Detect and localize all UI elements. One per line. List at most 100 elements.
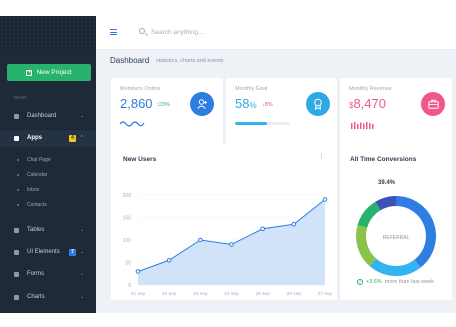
conversions-donut-chart: [356, 196, 436, 276]
chevron-up-icon: ⌃: [79, 135, 84, 141]
table-icon: [14, 227, 19, 233]
new-project-button[interactable]: + New Project: [7, 64, 91, 81]
sidebar-item-charts[interactable]: Charts ⌄: [0, 289, 96, 305]
data-point[interactable]: [198, 237, 203, 243]
apps-count-badge: 4: [69, 134, 76, 142]
sidebar-brand-area: [0, 16, 96, 50]
x-tick-label: 26 sep: [287, 291, 302, 297]
stat-label: Members Online: [120, 86, 161, 92]
stat-card-monthly-revenue: Monthly Revenue $8,470: [340, 78, 452, 150]
sidebar-item-dashboard[interactable]: Dashboard ⌄: [0, 108, 96, 124]
donut-segment[interactable]: [357, 201, 381, 229]
bottom-spacer: [96, 303, 456, 313]
sidebar: + New Project MAIN Dashboard ⌄ Apps 4 ⌃ …: [0, 16, 96, 313]
chevron-down-icon: ⌄: [79, 294, 84, 300]
conversion-change: +3.6%: [366, 279, 382, 285]
bullet-icon: [17, 204, 19, 206]
layers-icon: [14, 249, 19, 255]
bullet-icon: [17, 174, 19, 176]
data-point[interactable]: [166, 257, 172, 263]
chevron-down-icon: ⌄: [79, 271, 84, 277]
stat-change: ↑23%: [156, 102, 170, 108]
conversions-footer: ✓ +3.6% more than last week: [357, 279, 434, 285]
donut-segment[interactable]: [375, 196, 397, 211]
top-bar: [96, 16, 456, 50]
stat-value: 58%: [235, 96, 257, 111]
award-icon: [306, 92, 330, 116]
stat-label: Monthly Goal: [235, 86, 268, 92]
stat-card-monthly-goal: Monthly Goal 58% ↓8%: [226, 78, 337, 150]
sidebar-item-label: Dashboard: [27, 113, 57, 119]
menu-toggle-icon[interactable]: [110, 29, 117, 35]
sidebar-item-label: Charts: [27, 294, 45, 300]
ui-elements-count-badge: 7: [69, 248, 76, 256]
sidebar-subitem-chat-page[interactable]: Chat Page: [0, 154, 96, 166]
new-project-label: New Project: [36, 69, 72, 76]
sidebar-item-label: UI Elements: [27, 249, 60, 255]
data-point[interactable]: [291, 221, 297, 227]
data-point[interactable]: [135, 269, 141, 274]
stat-change: ↓8%: [262, 102, 273, 108]
data-point[interactable]: [229, 242, 234, 247]
sidebar-subitem-label: Contacts: [27, 202, 47, 208]
stat-value: 2,860: [120, 96, 153, 111]
sidebar-item-label: Apps: [27, 135, 42, 141]
sidebar-subitem-label: Chat Page: [27, 157, 51, 163]
sidebar-subitem-contacts[interactable]: Contacts: [0, 199, 96, 211]
y-tick-label: 200: [123, 193, 132, 199]
sidebar-subitem-label: Inbox: [27, 187, 40, 193]
search-input[interactable]: [151, 26, 301, 38]
x-tick-label: 25 sep: [255, 291, 270, 297]
conversion-change-text: more than last week: [384, 279, 434, 285]
page-subtitle: statistics, charts and events: [156, 58, 224, 64]
x-tick-label: 27 sep: [318, 291, 333, 297]
bullet-icon: [17, 159, 19, 161]
chevron-down-icon: ⌄: [79, 227, 84, 233]
add-user-icon: [190, 92, 214, 116]
sidebar-item-ui-elements[interactable]: UI Elements 7 ⌄: [0, 244, 96, 260]
donut-segment[interactable]: [356, 225, 377, 267]
sidebar-subitem-inbox[interactable]: Inbox: [0, 184, 96, 196]
grid-icon: [14, 135, 19, 141]
stat-card-members-online: Members Online 2,860 ↑23%: [111, 78, 223, 150]
data-point[interactable]: [260, 226, 265, 232]
chevron-down-icon: ⌄: [79, 249, 84, 255]
x-tick-label: 21 sep: [131, 291, 146, 297]
goal-progress-fill: [235, 122, 267, 125]
new-users-chart: 0 50 100 150 200 21 sep 22 sep 23 sep 24 sep 25 s…: [123, 193, 333, 297]
x-tick-label: 24 sep: [224, 291, 239, 297]
sidebar-item-label: Forms: [27, 271, 44, 277]
conversions-card: All Time Conversions 39.4% REFERRAL ✓ +3…: [340, 144, 452, 300]
sidebar-section-label: MAIN: [14, 95, 27, 100]
check-circle-icon: ✓: [357, 279, 363, 285]
sidebar-item-tables[interactable]: Tables ⌄: [0, 222, 96, 238]
sidebar-item-label: Tables: [27, 227, 45, 233]
app-window: + New Project MAIN Dashboard ⌄ Apps 4 ⌃ …: [0, 16, 456, 313]
x-tick-label: 22 sep: [162, 291, 177, 297]
new-users-card: New Users ⋮ 0 50 100 150 200 21 sep 22 sep 23 s…: [111, 144, 337, 300]
bullet-icon: [17, 189, 19, 191]
donut-percent-label: 39.4%: [378, 180, 396, 186]
donut-segment[interactable]: [369, 258, 421, 276]
chart-icon: [14, 294, 19, 300]
chevron-down-icon: ⌄: [79, 113, 84, 119]
stat-value: $8,470: [349, 96, 386, 111]
y-tick-label: 0: [128, 283, 131, 289]
home-icon: [14, 113, 19, 119]
plus-icon: +: [26, 69, 33, 76]
page-title: Dashboard: [110, 56, 150, 65]
y-tick-label: 50: [125, 261, 131, 267]
data-point[interactable]: [322, 197, 328, 202]
form-icon: [14, 271, 19, 277]
sidebar-subitem-label: Calendar: [27, 172, 48, 178]
revenue-bars-sparkline: [351, 122, 374, 129]
sidebar-item-forms[interactable]: Forms ⌄: [0, 266, 96, 282]
sidebar-subitem-calendar[interactable]: Calendar: [0, 169, 96, 181]
y-tick-label: 150: [123, 216, 132, 222]
sidebar-item-apps[interactable]: Apps 4 ⌃: [0, 130, 96, 146]
search-icon: [139, 28, 145, 34]
donut-segment[interactable]: [395, 196, 436, 268]
stat-label: Monthly Revenue: [349, 86, 392, 92]
briefcase-icon: [421, 92, 445, 116]
goal-progress-bar: [235, 122, 290, 125]
